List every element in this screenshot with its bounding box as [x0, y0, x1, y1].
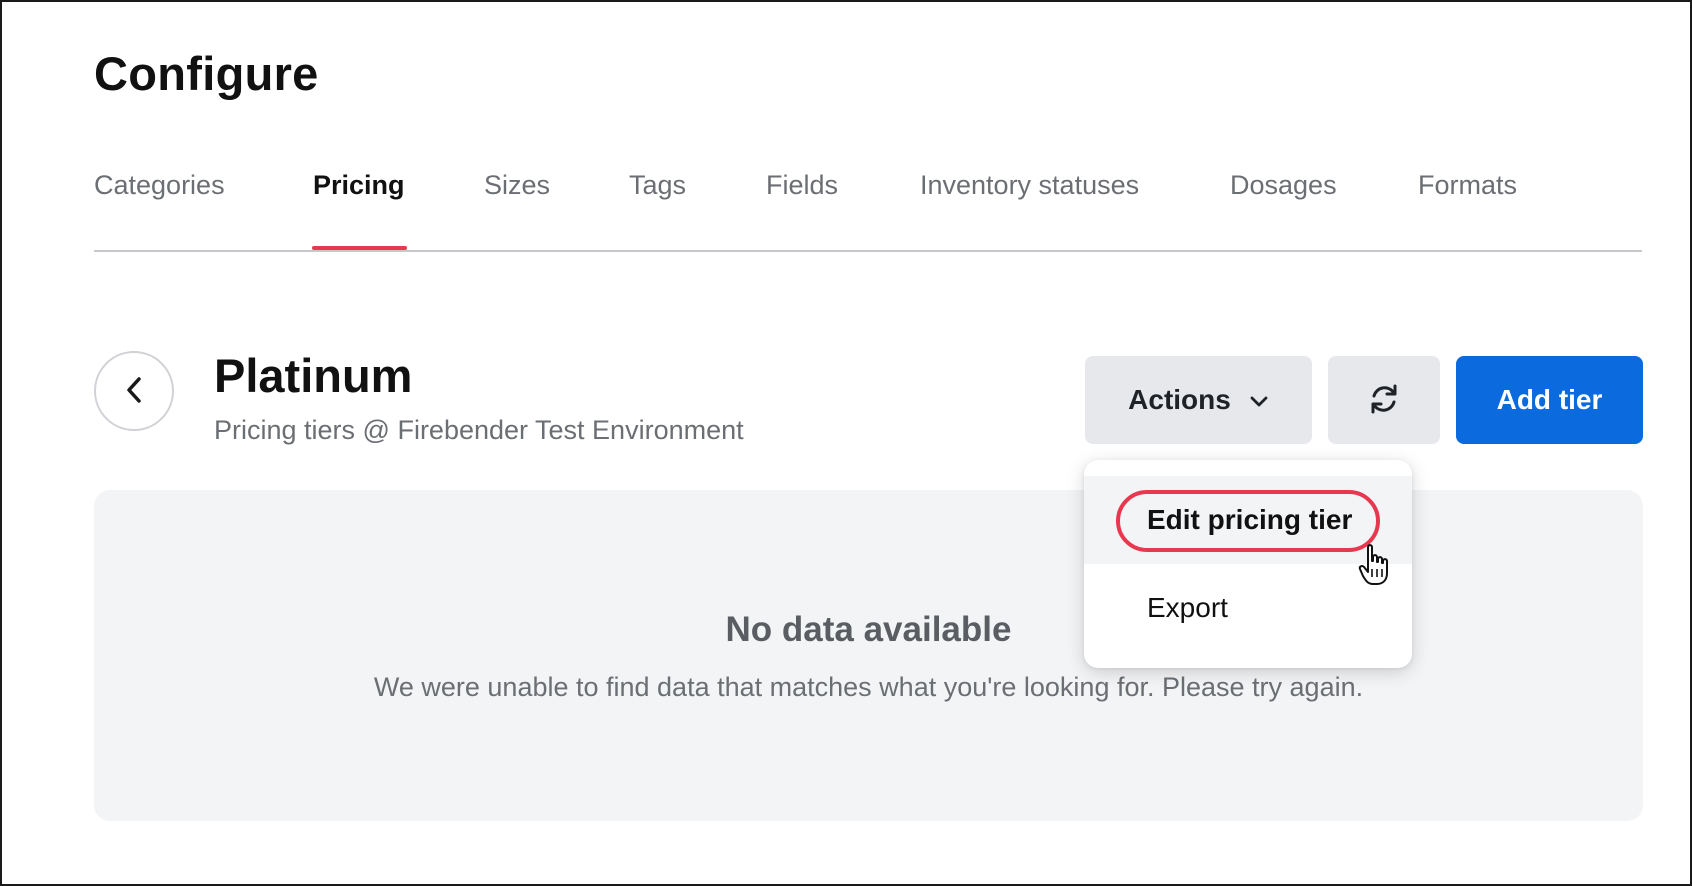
refresh-button[interactable]	[1328, 356, 1440, 444]
chevron-left-icon	[123, 375, 145, 408]
tab-pricing[interactable]: Pricing	[313, 170, 405, 201]
actions-dropdown-menu: Edit pricing tier Export	[1084, 460, 1412, 668]
menu-item-export[interactable]: Export	[1084, 564, 1412, 652]
app-window: Configure Categories Pricing Sizes Tags …	[0, 0, 1692, 886]
actions-label: Actions	[1128, 384, 1231, 415]
tab-sizes[interactable]: Sizes	[484, 170, 550, 201]
tab-dosages[interactable]: Dosages	[1230, 170, 1337, 201]
tier-title: Platinum	[214, 349, 413, 402]
tab-formats[interactable]: Formats	[1418, 170, 1517, 201]
tab-bar: Categories Pricing Sizes Tags Fields Inv…	[94, 170, 1642, 252]
tab-categories[interactable]: Categories	[94, 170, 225, 201]
tab-fields[interactable]: Fields	[766, 170, 838, 201]
menu-item-edit-pricing-tier[interactable]: Edit pricing tier	[1084, 476, 1412, 564]
page-title: Configure	[94, 47, 319, 100]
tab-inventory-statuses[interactable]: Inventory statuses	[920, 170, 1139, 201]
empty-state-message: We were unable to find data that matches…	[373, 672, 1364, 702]
chevron-down-icon	[1249, 384, 1269, 416]
actions-button[interactable]: Actions	[1085, 356, 1312, 444]
add-tier-button[interactable]: Add tier	[1456, 356, 1643, 444]
tab-tags[interactable]: Tags	[629, 170, 686, 201]
refresh-icon	[1366, 381, 1402, 420]
back-button[interactable]	[94, 351, 174, 431]
tier-subtitle: Pricing tiers @ Firebender Test Environm…	[214, 415, 744, 445]
active-tab-indicator	[312, 246, 407, 250]
